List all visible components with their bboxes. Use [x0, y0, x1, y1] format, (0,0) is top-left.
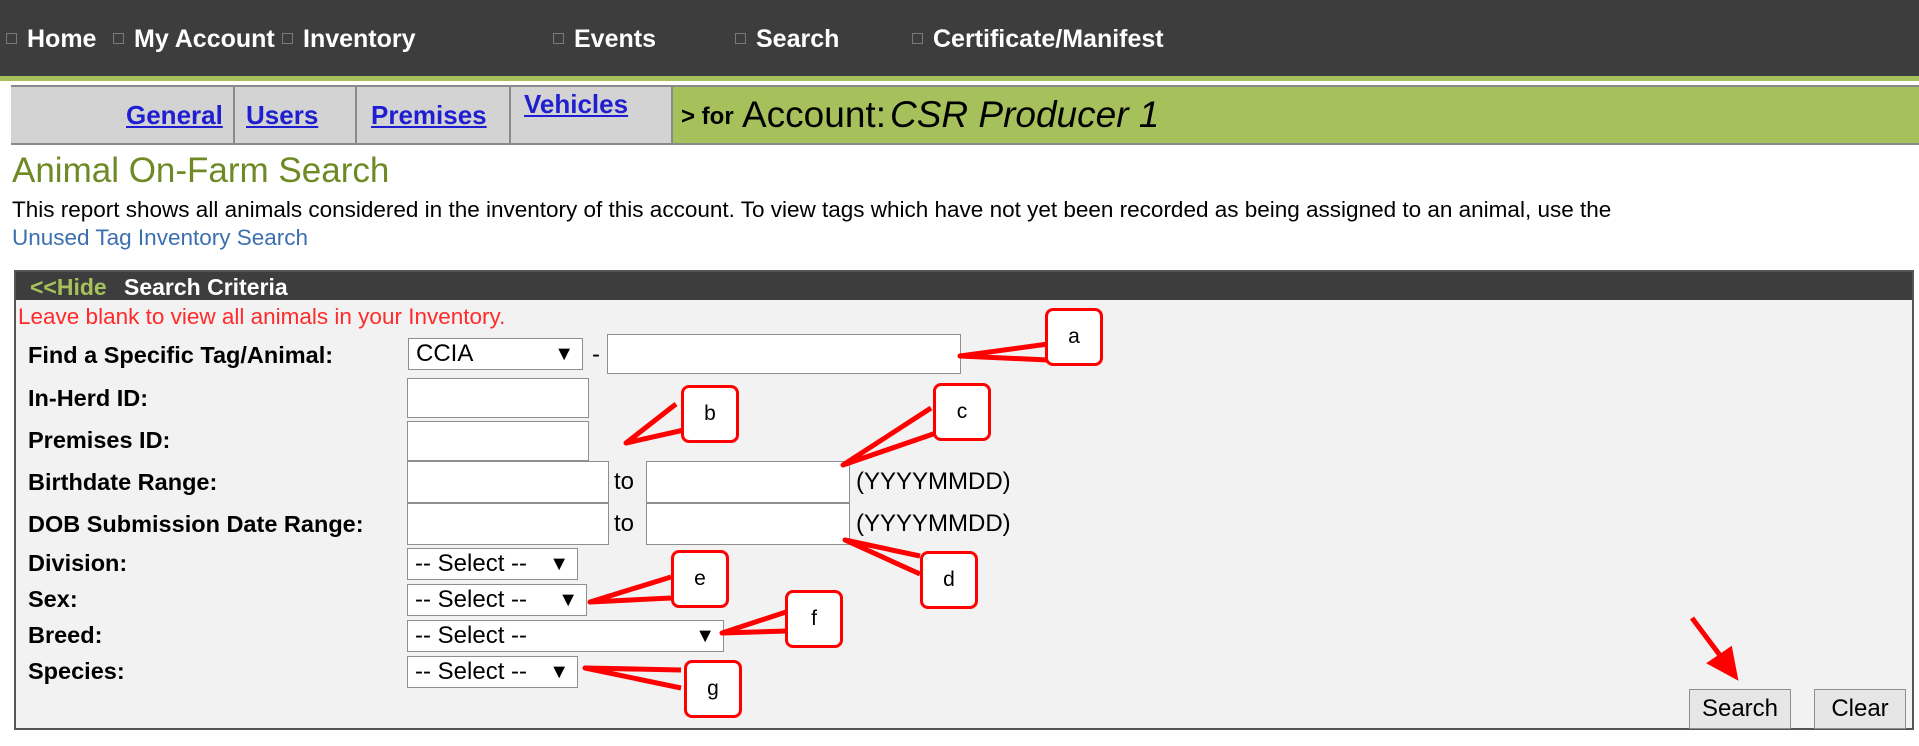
callout-d: d: [920, 551, 978, 609]
arrow-head-icon: [1706, 645, 1739, 681]
callout-d-pointer: [842, 537, 922, 577]
callout-e-pointer: [587, 574, 672, 605]
callout-b: b: [681, 385, 739, 443]
callout-g: g: [684, 660, 742, 718]
callout-a-pointer: [957, 341, 1049, 363]
annotation-overlay: [582, 341, 1739, 691]
callout-b-pointer: [623, 402, 685, 446]
callout-f-pointer: [719, 609, 787, 636]
callout-c: c: [933, 383, 991, 441]
callout-a: a: [1045, 308, 1103, 366]
callout-g-pointer: [582, 665, 682, 691]
search-pointer-arrow: [1690, 616, 1724, 660]
callout-c-pointer: [840, 405, 937, 468]
callout-e: e: [671, 550, 729, 608]
callout-f: f: [785, 590, 843, 648]
